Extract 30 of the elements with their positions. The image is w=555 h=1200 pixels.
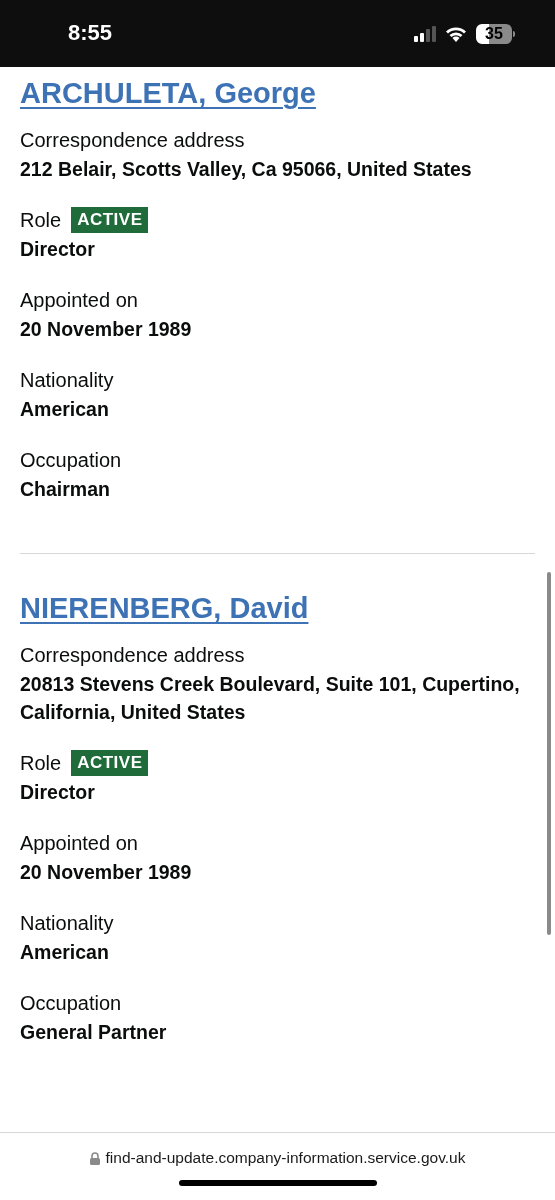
field-value: American bbox=[20, 940, 110, 965]
field-value: 20 November 1989 bbox=[20, 317, 193, 342]
field-value: Director bbox=[20, 780, 96, 805]
field-value: American bbox=[20, 397, 110, 422]
clock-time: 8:55 bbox=[68, 19, 113, 47]
wifi-icon bbox=[444, 25, 468, 42]
field-value: 212 Belair, Scotts Valley, Ca 95066, United States bbox=[20, 157, 473, 182]
field-label: Nationality bbox=[20, 911, 114, 936]
signal-icon bbox=[414, 25, 436, 42]
status-tag: ACTIVE bbox=[71, 207, 149, 233]
field-value: General Partner bbox=[20, 1020, 168, 1045]
field-value: 20813 Stevens Creek Boulevard, Suite 101, Cupertino, California, United States bbox=[20, 672, 521, 725]
url-text[interactable]: find-and-update.company-information.service.gov.uk bbox=[105, 1149, 466, 1167]
officer-name-link[interactable]: ARCHULETA, George bbox=[20, 75, 316, 111]
field-label: Appointed on bbox=[20, 288, 138, 313]
field-label: Appointed on bbox=[20, 831, 138, 856]
field-label: Correspondence address bbox=[20, 128, 245, 153]
field-value: 20 November 1989 bbox=[20, 860, 193, 885]
home-indicator[interactable] bbox=[178, 1180, 377, 1186]
field-label: Occupation bbox=[20, 991, 122, 1016]
field-label: Correspondence address bbox=[20, 643, 245, 668]
field-label: Nationality bbox=[20, 368, 114, 393]
field-label: Role bbox=[20, 751, 62, 776]
officer-name-link[interactable]: NIERENBERG, David bbox=[20, 590, 309, 626]
field-label: Role bbox=[20, 208, 62, 233]
status-tag: ACTIVE bbox=[71, 750, 149, 776]
field-value: Chairman bbox=[20, 477, 111, 502]
field-value: Director bbox=[20, 237, 96, 262]
lock-icon bbox=[89, 1151, 100, 1165]
field-label: Occupation bbox=[20, 448, 122, 473]
